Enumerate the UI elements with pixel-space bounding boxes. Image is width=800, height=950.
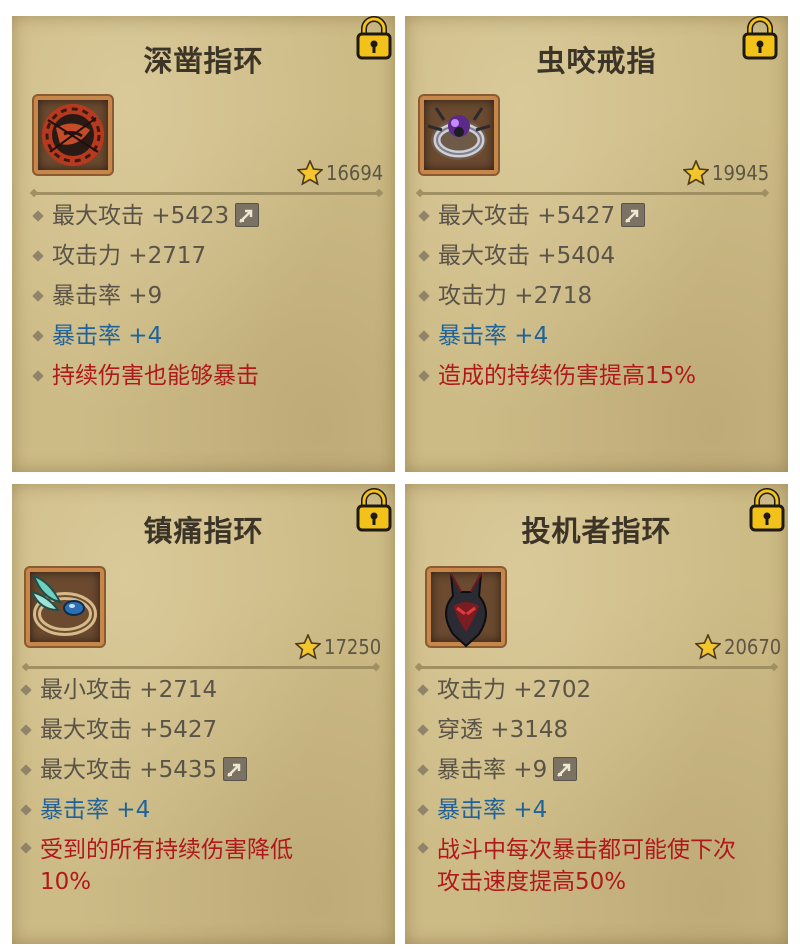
upgrade-arrow-icon[interactable] xyxy=(621,202,646,227)
stat-line: 暴击率 +4 xyxy=(417,790,757,830)
special-effect: 造成的持续伤害提高15% xyxy=(418,356,778,396)
stat-line: 最大攻击 +5435 xyxy=(20,750,350,790)
stat-line: 最大攻击 +5423 xyxy=(32,196,382,236)
lock-icon[interactable] xyxy=(355,16,393,60)
star-icon xyxy=(695,634,721,660)
stat-list: 攻击力 +2702 穿透 +3148 暴击率 +9 暴击率 +4 战斗中每次暴击… xyxy=(417,670,757,898)
stat-line: 暴击率 +4 xyxy=(20,790,350,830)
divider xyxy=(420,192,765,195)
item-score: 19945 xyxy=(683,158,769,188)
spider-ring-icon[interactable] xyxy=(420,96,498,174)
item-card-4[interactable]: 投机者指环 20670 攻击力 +2702 穿透 +3148 暴击率 +9 暴击… xyxy=(405,484,788,944)
item-card-2[interactable]: 虫咬戒指 19945 最大攻击 +5427 最大攻击 +5404 攻击力 +27… xyxy=(405,16,788,472)
stat-list: 最大攻击 +5427 最大攻击 +5404 攻击力 +2718 暴击率 +4 造… xyxy=(418,196,778,396)
upgrade-arrow-icon[interactable] xyxy=(553,756,578,781)
stat-line: 暴击率 +9 xyxy=(32,276,382,316)
stat-list: 最小攻击 +2714 最大攻击 +5427 最大攻击 +5435 暴击率 +4 … xyxy=(20,670,350,898)
stat-line: 最大攻击 +5427 xyxy=(20,710,350,750)
molten-ring-icon[interactable] xyxy=(34,96,112,174)
item-name: 投机者指环 xyxy=(521,514,672,548)
feather-ring-icon[interactable] xyxy=(26,568,104,646)
stat-line: 最大攻击 +5427 xyxy=(418,196,778,236)
dark-ring-icon[interactable] xyxy=(427,568,505,648)
upgrade-arrow-icon[interactable] xyxy=(235,202,260,227)
stat-line: 暴击率 +9 xyxy=(417,750,757,790)
item-name: 虫咬戒指 xyxy=(536,44,657,78)
stat-line: 攻击力 +2717 xyxy=(32,236,382,276)
item-score: 17250 xyxy=(295,632,381,662)
stat-line: 暴击率 +4 xyxy=(418,316,778,356)
score-value: 19945 xyxy=(712,161,770,185)
stat-line: 攻击力 +2702 xyxy=(417,670,757,710)
score-value: 20670 xyxy=(724,635,782,659)
special-effect: 受到的所有持续伤害降低10% xyxy=(20,830,340,898)
score-value: 17250 xyxy=(324,635,382,659)
stat-line: 攻击力 +2718 xyxy=(418,276,778,316)
upgrade-arrow-icon[interactable] xyxy=(223,756,248,781)
stat-line: 暴击率 +4 xyxy=(32,316,382,356)
special-effect: 持续伤害也能够暴击 xyxy=(32,356,382,396)
stat-line: 最大攻击 +5404 xyxy=(418,236,778,276)
score-value: 16694 xyxy=(326,161,384,185)
divider xyxy=(26,666,376,669)
lock-icon[interactable] xyxy=(355,488,393,532)
item-card-3[interactable]: 镇痛指环 17250 最小攻击 +2714 最大攻击 +5427 最大攻击 +5… xyxy=(12,484,395,944)
stat-list: 最大攻击 +5423 攻击力 +2717 暴击率 +9 暴击率 +4 持续伤害也… xyxy=(32,196,382,396)
stat-line: 最小攻击 +2714 xyxy=(20,670,350,710)
lock-icon[interactable] xyxy=(748,488,786,532)
star-icon xyxy=(683,160,709,186)
item-card-1[interactable]: 深凿指环 16694 最大攻击 +5423 攻击力 +2717 暴击率 +9 暴… xyxy=(12,16,395,472)
item-name: 镇痛指环 xyxy=(143,514,264,548)
special-effect: 战斗中每次暴击都可能使下次攻击速度提高50% xyxy=(417,830,757,898)
item-score: 20670 xyxy=(695,632,781,662)
item-name: 深凿指环 xyxy=(143,44,264,78)
divider xyxy=(34,192,379,195)
item-score: 16694 xyxy=(297,158,383,188)
lock-icon[interactable] xyxy=(741,16,779,60)
stat-line: 穿透 +3148 xyxy=(417,710,757,750)
divider xyxy=(419,666,774,669)
star-icon xyxy=(297,160,323,186)
star-icon xyxy=(295,634,321,660)
